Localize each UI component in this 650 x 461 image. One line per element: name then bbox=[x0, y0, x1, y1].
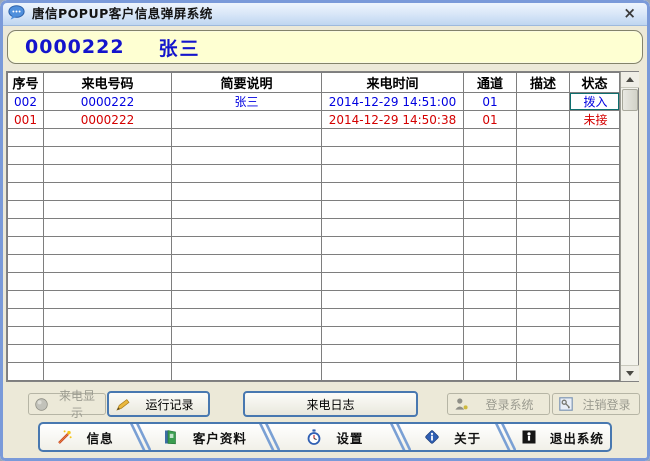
run-log-button[interactable]: 运行记录 bbox=[107, 391, 210, 417]
toolbar-separator bbox=[494, 424, 516, 450]
bottom-toolbar: 信息 客户资料 bbox=[38, 422, 612, 452]
toolbar-info-label: 信息 bbox=[87, 428, 114, 447]
table-empty-row bbox=[8, 165, 620, 183]
close-button[interactable]: × bbox=[619, 5, 640, 21]
table-empty-row bbox=[8, 147, 620, 165]
app-window: 唐信POPUP客户信息弹屏系统 × 0000222 张三 序号 来电号码 简要说… bbox=[0, 0, 650, 461]
header-seq: 序号 bbox=[8, 73, 44, 93]
globe-icon bbox=[35, 398, 48, 411]
scroll-down-button[interactable] bbox=[621, 365, 639, 381]
table-empty-row bbox=[8, 327, 620, 345]
header-channel: 通道 bbox=[464, 73, 517, 93]
login-user-icon bbox=[454, 397, 469, 411]
toolbar-exit-label: 退出系统 bbox=[550, 428, 604, 447]
table-row[interactable]: 001 0000222 2014-12-29 14:50:38 01 未接 bbox=[8, 111, 620, 129]
caller-name: 张三 bbox=[159, 34, 201, 61]
toolbar-customer-label: 客户资料 bbox=[193, 428, 247, 447]
header-memo: 描述 bbox=[517, 73, 570, 93]
table-row[interactable]: 002 0000222 张三 2014-12-29 14:51:00 01 拨入 bbox=[8, 93, 620, 111]
pencil-icon bbox=[115, 397, 130, 412]
magic-wand-icon bbox=[56, 429, 73, 446]
toolbar-about-label: 关于 bbox=[454, 428, 481, 447]
table-empty-row bbox=[8, 129, 620, 147]
window-title: 唐信POPUP客户信息弹屏系统 bbox=[32, 3, 213, 22]
table-empty-row bbox=[8, 291, 620, 309]
call-table-body: 002 0000222 张三 2014-12-29 14:51:00 01 拨入… bbox=[8, 93, 620, 381]
table-empty-row bbox=[8, 345, 620, 363]
header-number: 来电号码 bbox=[44, 73, 172, 93]
scroll-up-button[interactable] bbox=[621, 72, 639, 88]
toolbar-settings-label: 设置 bbox=[336, 428, 363, 447]
table-empty-row bbox=[8, 219, 620, 237]
header-status: 状态 bbox=[570, 73, 620, 93]
table-empty-row bbox=[8, 363, 620, 381]
caller-number: 0000222 bbox=[25, 36, 125, 58]
caller-display-button[interactable]: 来电显示 bbox=[28, 393, 106, 415]
caller-banner: 0000222 张三 bbox=[7, 30, 643, 64]
toolbar-item-customer[interactable]: 客户资料 bbox=[151, 424, 258, 450]
open-door-icon bbox=[163, 429, 179, 445]
exit-icon bbox=[522, 430, 536, 444]
table-empty-row bbox=[8, 183, 620, 201]
toolbar-separator bbox=[129, 424, 151, 450]
toolbar-item-about[interactable]: 关于 bbox=[411, 424, 493, 450]
info-diamond-icon bbox=[424, 429, 440, 445]
call-log-button[interactable]: 来电日志 bbox=[243, 391, 418, 417]
table-empty-row bbox=[8, 201, 620, 219]
logout-button[interactable]: 注销登录 bbox=[552, 393, 640, 415]
scroll-down-icon bbox=[626, 371, 634, 376]
login-label: 登录系统 bbox=[476, 396, 543, 413]
table-empty-row bbox=[8, 237, 620, 255]
toolbar-item-info[interactable]: 信息 bbox=[40, 424, 129, 450]
call-grid-header: 序号 来电号码 简要说明 来电时间 通道 描述 状态 bbox=[8, 73, 620, 93]
call-grid: 序号 来电号码 简要说明 来电时间 通道 描述 状态 002 0000222 张… bbox=[7, 72, 620, 381]
header-summary: 简要说明 bbox=[172, 73, 322, 93]
stopwatch-icon bbox=[306, 429, 322, 446]
run-log-label: 运行记录 bbox=[137, 396, 202, 413]
toolbar-separator bbox=[389, 424, 411, 450]
toolbar-item-exit[interactable]: 退出系统 bbox=[516, 424, 610, 450]
chat-bubble-icon bbox=[8, 5, 26, 21]
table-empty-row bbox=[8, 309, 620, 327]
caller-display-label: 来电显示 bbox=[55, 387, 99, 421]
toolbar-item-settings[interactable]: 设置 bbox=[280, 424, 389, 450]
call-table: 序号 来电号码 简要说明 来电时间 通道 描述 状态 002 0000222 张… bbox=[6, 71, 639, 382]
scrollbar-thumb[interactable] bbox=[622, 89, 638, 111]
vertical-scrollbar[interactable] bbox=[620, 72, 638, 381]
status-cell: 拨入 bbox=[570, 93, 620, 111]
call-log-label: 来电日志 bbox=[251, 396, 410, 413]
status-cell: 未接 bbox=[570, 111, 620, 129]
logout-label: 注销登录 bbox=[580, 396, 633, 413]
scroll-up-icon bbox=[626, 77, 634, 82]
titlebar[interactable]: 唐信POPUP客户信息弹屏系统 × bbox=[0, 0, 650, 26]
logout-key-icon bbox=[559, 397, 573, 411]
table-empty-row bbox=[8, 255, 620, 273]
toolbar-separator bbox=[258, 424, 280, 450]
header-time: 来电时间 bbox=[322, 73, 464, 93]
table-empty-row bbox=[8, 273, 620, 291]
login-button[interactable]: 登录系统 bbox=[447, 393, 550, 415]
